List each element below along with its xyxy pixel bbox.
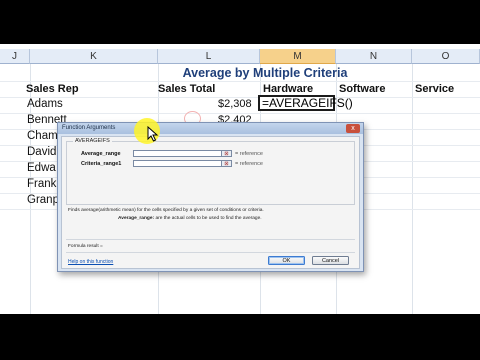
cell-sales-rep[interactable]: Cham bbox=[27, 130, 58, 142]
arg-result: = reference bbox=[235, 151, 263, 157]
collapse-dialog-icon[interactable]: ⊠ bbox=[221, 150, 232, 157]
collapse-dialog-icon[interactable]: ⊠ bbox=[221, 160, 232, 167]
argument-description-text: are the actual cells to be used to find … bbox=[155, 216, 262, 221]
col-header-n[interactable]: N bbox=[336, 49, 412, 64]
function-description: Finds average(arithmetic mean) for the c… bbox=[68, 208, 264, 213]
divider bbox=[66, 252, 355, 253]
cell-sales-rep[interactable]: Granp bbox=[27, 194, 59, 206]
cell-sales-total[interactable]: $2,308 bbox=[218, 98, 252, 110]
mouse-pointer-icon bbox=[147, 125, 159, 147]
col-header-j[interactable]: J bbox=[0, 49, 30, 64]
sheet-title: Average by Multiple Criteria bbox=[182, 66, 348, 80]
cell-sales-rep[interactable]: Adams bbox=[27, 98, 63, 110]
argument-description-name: Average_range: bbox=[118, 216, 155, 221]
cell-sales-rep[interactable]: Frank bbox=[27, 178, 56, 190]
active-cell-formula: =AVERAGEIFS() bbox=[262, 96, 353, 110]
ok-button[interactable]: OK bbox=[268, 256, 305, 265]
header-sales-total[interactable]: Sales Total bbox=[158, 83, 215, 95]
col-header-m[interactable]: M bbox=[260, 49, 336, 64]
close-icon[interactable]: x bbox=[346, 124, 360, 133]
header-sales-rep[interactable]: Sales Rep bbox=[26, 83, 79, 95]
function-name: AVERAGEIFS bbox=[73, 138, 112, 144]
cancel-button[interactable]: Cancel bbox=[312, 256, 349, 265]
dialog-body: AVERAGEIFS Average_range ⊠ = reference C… bbox=[61, 136, 360, 269]
dialog-title[interactable]: Function Arguments bbox=[58, 123, 363, 134]
arg-result: = reference bbox=[235, 161, 263, 167]
col-header-k[interactable]: K bbox=[30, 49, 158, 64]
criteria-range1-input[interactable] bbox=[133, 160, 222, 167]
arg-label-average-range: Average_range bbox=[81, 151, 121, 157]
divider bbox=[66, 239, 355, 240]
gridline bbox=[412, 64, 413, 314]
cell-sales-rep[interactable]: Edwa bbox=[27, 162, 56, 174]
gridline bbox=[0, 81, 480, 82]
help-link[interactable]: Help on this function bbox=[68, 259, 113, 265]
col-header-l[interactable]: L bbox=[158, 49, 260, 64]
function-arguments-dialog: Function Arguments x AVERAGEIFS Average_… bbox=[57, 122, 364, 272]
header-hardware[interactable]: Hardware bbox=[263, 83, 313, 95]
formula-result: Formula result = bbox=[68, 244, 103, 249]
cell-sales-rep[interactable]: David bbox=[27, 146, 56, 158]
argument-description: Average_range: are the actual cells to b… bbox=[118, 216, 262, 221]
col-header-o[interactable]: O bbox=[412, 49, 480, 64]
header-software[interactable]: Software bbox=[339, 83, 385, 95]
arg-label-criteria-range1: Criteria_range1 bbox=[81, 161, 122, 167]
arguments-group: AVERAGEIFS Average_range ⊠ = reference C… bbox=[66, 138, 355, 205]
header-service[interactable]: Service bbox=[415, 83, 454, 95]
average-range-input[interactable] bbox=[133, 150, 222, 157]
